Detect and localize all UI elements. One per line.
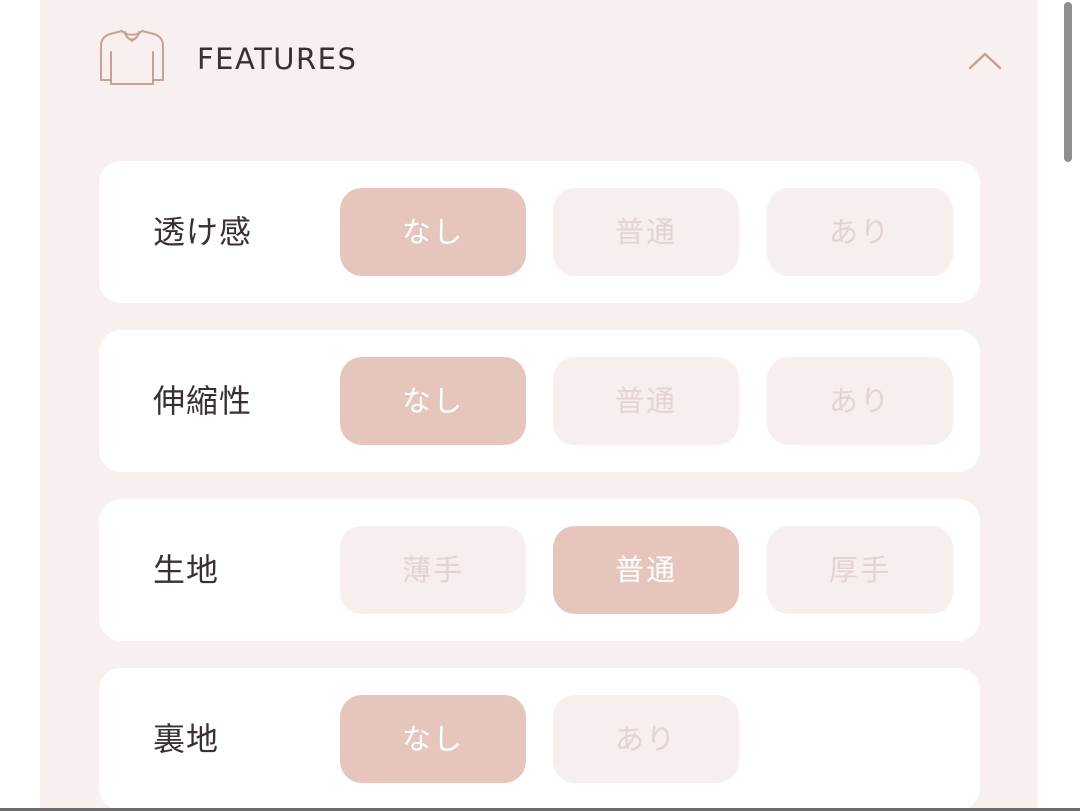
- feature-row-fabric: 生地 薄手 普通 厚手: [99, 499, 980, 641]
- option-button[interactable]: あり: [767, 188, 953, 276]
- option-button[interactable]: あり: [553, 695, 739, 783]
- option-button[interactable]: 普通: [553, 526, 739, 614]
- option-button[interactable]: あり: [767, 357, 953, 445]
- feature-label: 生地: [153, 551, 220, 589]
- feature-row-transparency: 透け感 なし 普通 あり: [99, 161, 980, 303]
- feature-label: 裏地: [153, 720, 220, 758]
- option-button[interactable]: なし: [340, 357, 526, 445]
- features-panel: FEATURES 透け感 なし 普通 あり 伸縮性 なし 普通 あり 生地 薄手…: [40, 0, 1038, 811]
- option-button[interactable]: なし: [340, 695, 526, 783]
- chevron-up-icon[interactable]: [966, 46, 1004, 76]
- option-button[interactable]: 普通: [553, 357, 739, 445]
- option-button[interactable]: 厚手: [767, 526, 953, 614]
- feature-row-lining: 裏地 なし あり: [99, 668, 980, 810]
- option-button[interactable]: 薄手: [340, 526, 526, 614]
- feature-label: 伸縮性: [153, 382, 253, 420]
- option-button[interactable]: 普通: [553, 188, 739, 276]
- feature-row-stretch: 伸縮性 なし 普通 あり: [99, 330, 980, 472]
- feature-label: 透け感: [153, 213, 253, 251]
- features-header[interactable]: FEATURES: [40, 0, 1038, 120]
- features-title: FEATURES: [197, 42, 358, 76]
- shirt-icon: [100, 30, 164, 85]
- scrollbar[interactable]: [1064, 2, 1072, 162]
- option-button[interactable]: なし: [340, 188, 526, 276]
